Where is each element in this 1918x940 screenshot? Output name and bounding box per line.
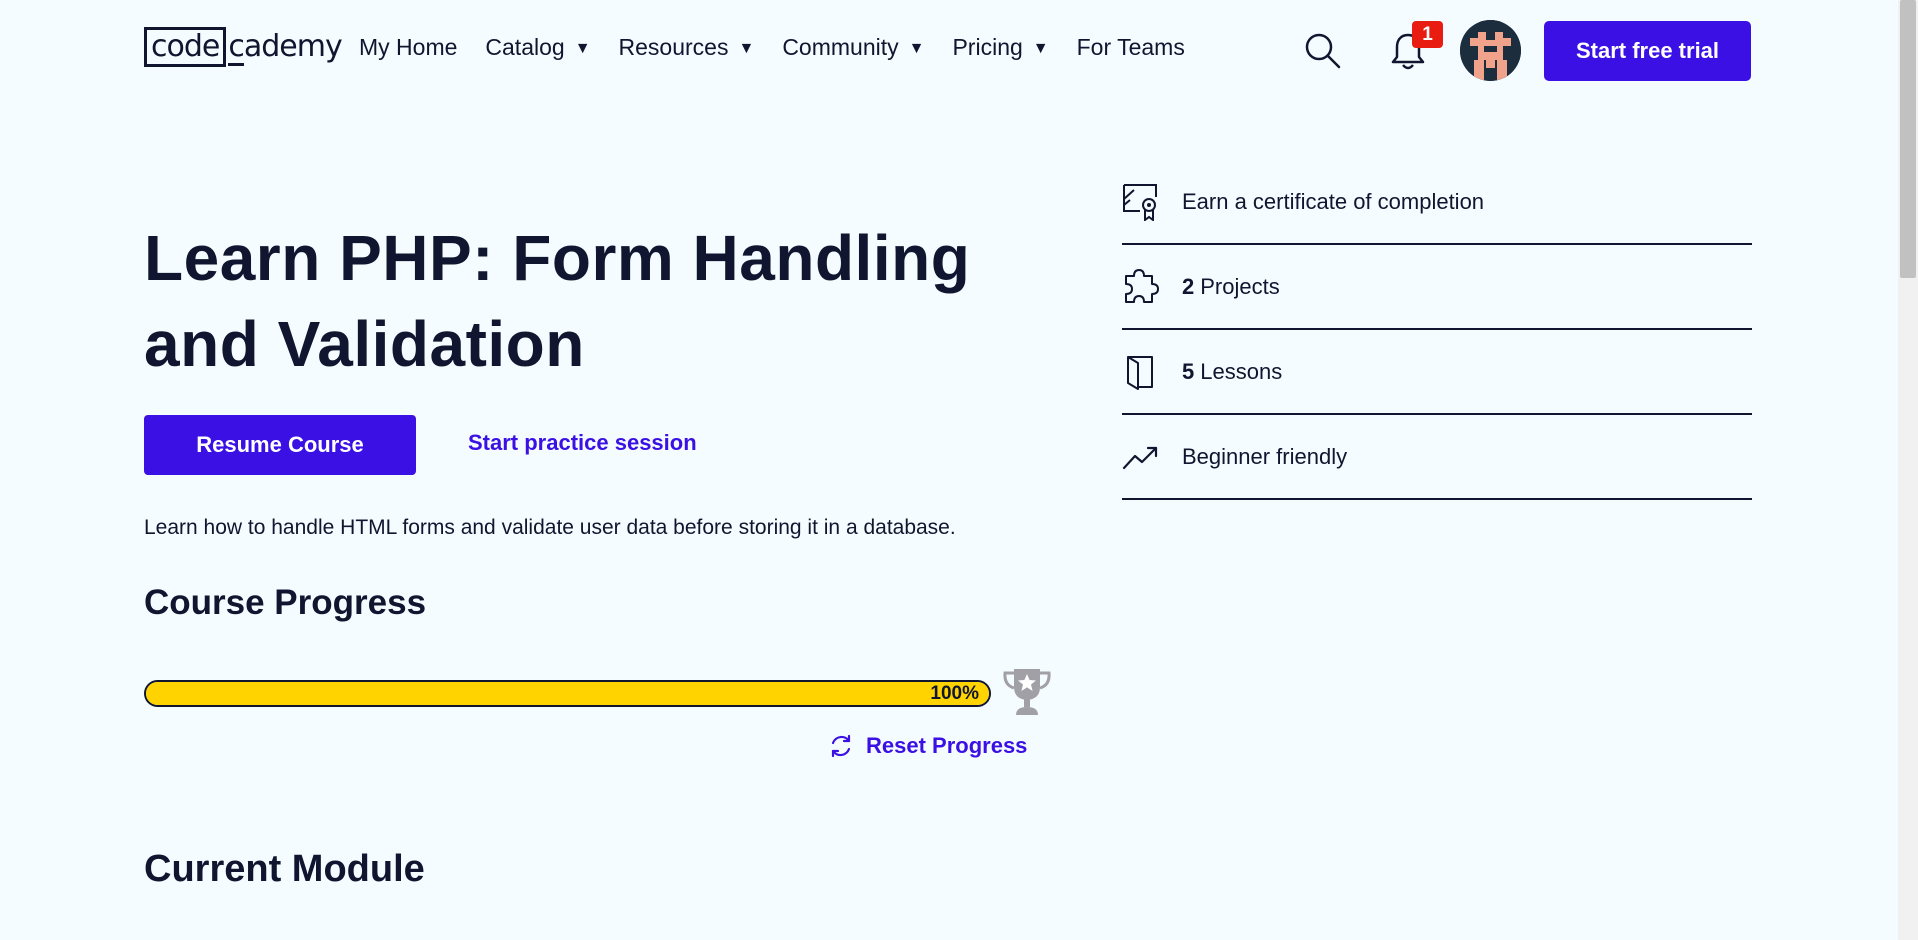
nav-label: Community (782, 34, 899, 60)
nav-resources[interactable]: Resources ▼ (619, 34, 755, 61)
feature-number: 5 (1182, 358, 1195, 384)
nav-label: Pricing (952, 34, 1023, 60)
current-module-heading: Current Module (144, 848, 425, 890)
search-icon (1305, 33, 1341, 69)
caret-down-icon: ▼ (738, 39, 755, 57)
feature-label: Beginner friendly (1182, 443, 1348, 469)
codecademy-logo[interactable]: code cademy (144, 26, 343, 68)
book-icon (1127, 355, 1153, 390)
start-free-trial-button[interactable]: Start free trial (1544, 21, 1751, 81)
page-title: Learn PHP: Form Handling and Validation (144, 222, 971, 380)
reset-progress-link[interactable]: Reset Progress (828, 733, 1027, 759)
trophy-icon (1003, 669, 1051, 715)
course-progress-heading: Course Progress (144, 583, 427, 622)
nav-my-home[interactable]: My Home (359, 34, 457, 61)
start-practice-session-link[interactable]: Start practice session (468, 430, 697, 456)
nav-label: For Teams (1076, 34, 1185, 60)
nav-label: Catalog (485, 34, 565, 60)
caret-down-icon: ▼ (1032, 39, 1049, 57)
page: code cademy My Home Catalog ▼ Resources … (0, 0, 1918, 940)
course-description: Learn how to handle HTML forms and valid… (144, 516, 956, 539)
avatar[interactable] (1460, 20, 1521, 81)
feature-beginner-friendly: Beginner friendly (1122, 415, 1752, 500)
certificate-icon (1123, 183, 1157, 221)
course-features-list: Earn a certificate of completion 2 Projec… (1122, 160, 1752, 500)
scrollbar-thumb[interactable] (1900, 0, 1916, 278)
nav-pricing[interactable]: Pricing ▼ (952, 34, 1048, 61)
feature-projects: 2 Projects (1122, 245, 1752, 330)
progress-percent-label: 100% (930, 683, 979, 704)
nav-for-teams[interactable]: For Teams (1077, 34, 1185, 61)
logo-rest-text: cademy (228, 29, 343, 66)
puzzle-icon (1125, 268, 1159, 303)
nav-catalog[interactable]: Catalog ▼ (485, 34, 590, 61)
caret-down-icon: ▼ (908, 39, 925, 57)
nav-community[interactable]: Community ▼ (782, 34, 924, 61)
resume-course-button[interactable]: Resume Course (144, 415, 416, 475)
notification-badge: 1 (1412, 21, 1443, 48)
avatar-image (1460, 20, 1521, 81)
main-nav: My Home Catalog ▼ Resources ▼ Community … (359, 34, 1213, 61)
search-button[interactable] (1302, 30, 1342, 70)
nav-label: My Home (359, 34, 458, 60)
top-navigation: code cademy My Home Catalog ▼ Resources … (0, 0, 1898, 100)
reset-progress-label: Reset Progress (866, 733, 1028, 758)
feature-label: Earn a certificate of completion (1182, 188, 1485, 214)
feature-number: 2 (1182, 273, 1195, 299)
trend-up-icon (1122, 446, 1158, 469)
feature-certificate: Earn a certificate of completion (1122, 160, 1752, 245)
nav-label: Resources (618, 34, 729, 60)
feature-lessons: 5 Lessons (1122, 330, 1752, 415)
refresh-icon (831, 734, 851, 758)
caret-down-icon: ▼ (574, 39, 591, 57)
logo-code-text: code (144, 27, 227, 67)
feature-label: Lessons (1200, 358, 1283, 384)
feature-label: Projects (1200, 273, 1280, 299)
